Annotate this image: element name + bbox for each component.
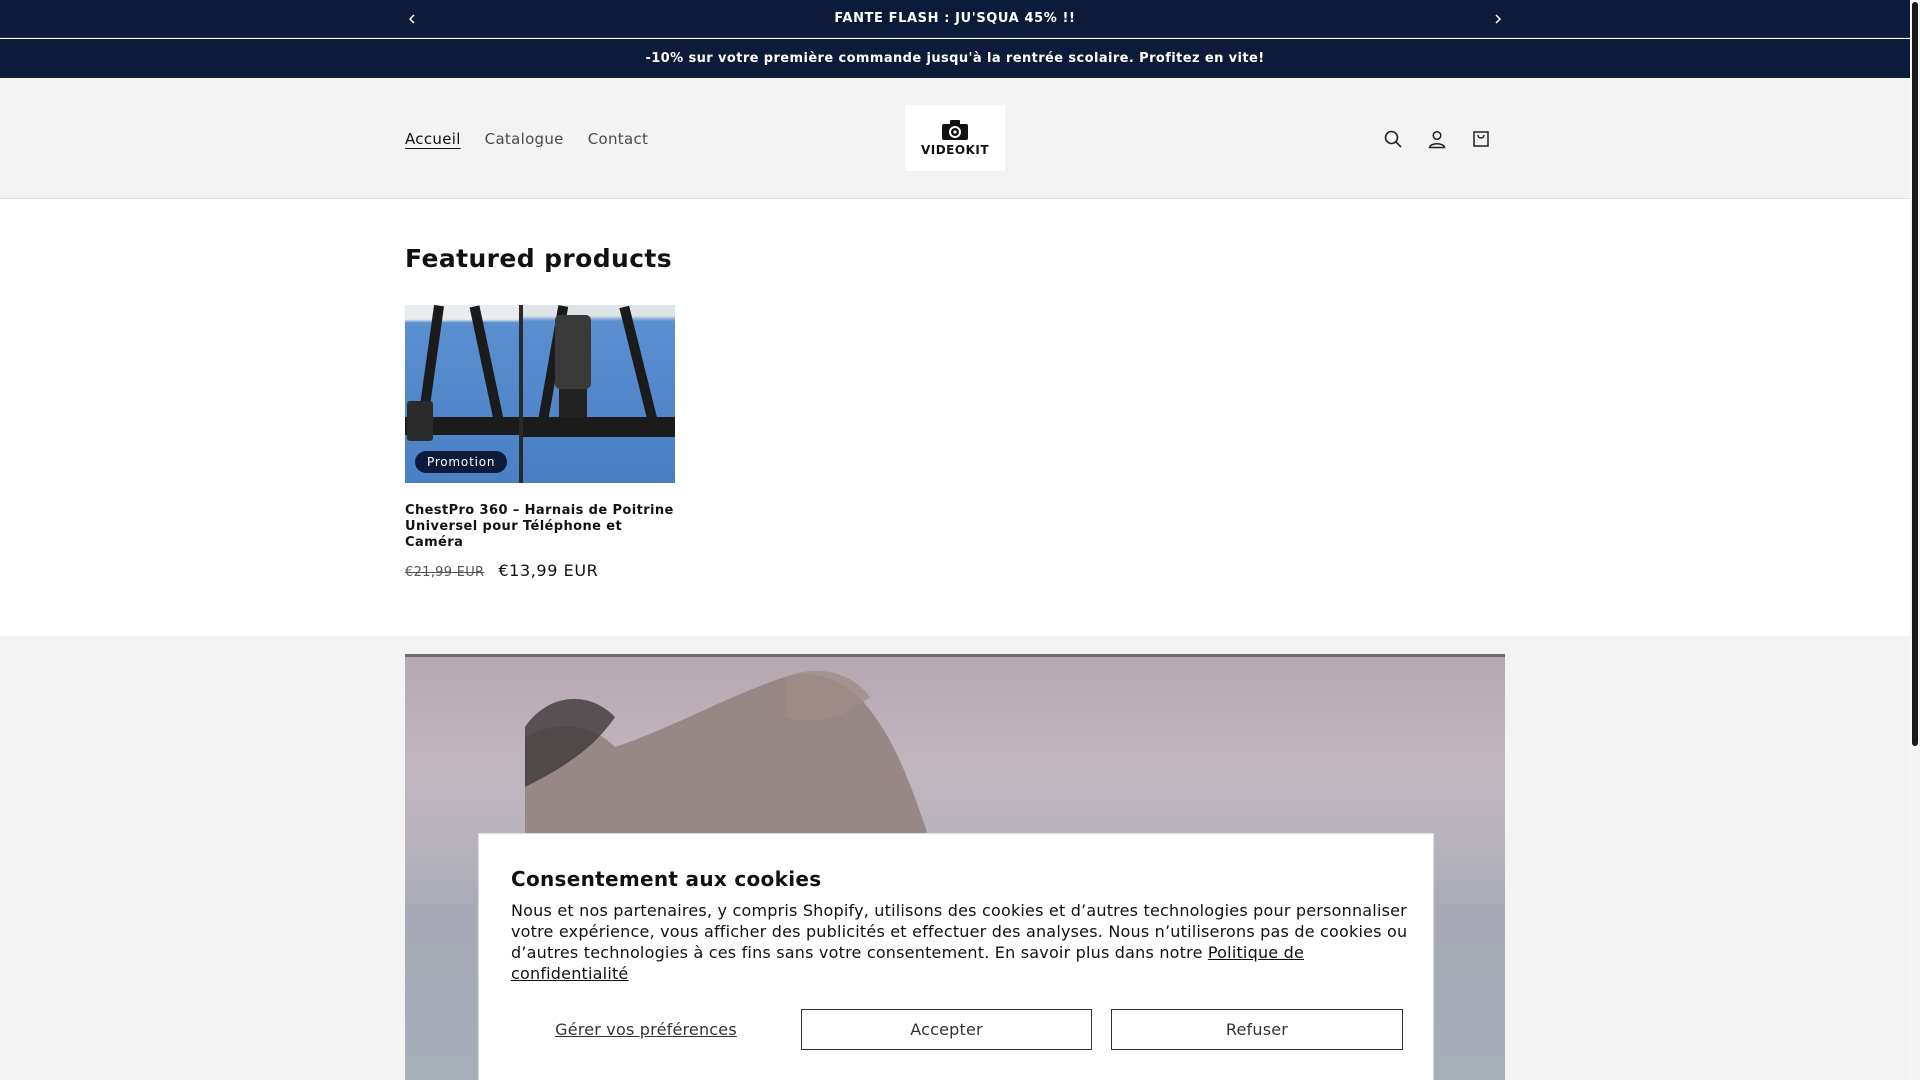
nav-item-accueil[interactable]: Accueil [405,130,461,148]
page-scrollbar[interactable] [1910,0,1920,1080]
section-title-featured: Featured products [405,244,673,273]
product-price: €21,99 EUR €13,99 EUR [405,561,675,580]
cart-icon [1473,130,1489,147]
logo-text: VIDEOKIT [920,143,990,157]
product-title[interactable]: ChestPro 360 – Harnais de Poitrine Unive… [405,503,675,551]
search-icon [1384,130,1402,148]
product-image[interactable]: Promotion [405,305,675,483]
account-button[interactable] [1424,126,1450,152]
chevron-right-icon [1495,14,1502,24]
header-icons [1380,78,1494,199]
price-regular: €21,99 EUR [405,565,485,580]
main-nav: Accueil Catalogue Contact [405,78,648,199]
site-header: Accueil Catalogue Contact VIDEOKIT [0,78,1910,199]
nav-item-contact[interactable]: Contact [588,130,648,148]
refuse-cookies-button[interactable]: Refuser [1111,1009,1403,1050]
announcement-flash-text: FANTE FLASH : JU'SQUA 45% !! [834,11,1076,26]
promotion-badge: Promotion [415,451,508,473]
cookie-title: Consentement aux cookies [511,867,822,891]
site-logo[interactable]: VIDEOKIT [905,105,1005,171]
chevron-left-icon [408,14,415,24]
search-button[interactable] [1380,126,1406,152]
scrollbar-thumb[interactable] [1912,2,1918,746]
manage-preferences-button[interactable]: Gérer vos préférences [511,1009,781,1050]
announcement-promo-text: -10% sur votre première commande jusqu'à… [645,51,1265,66]
product-photo-right [523,305,675,483]
cookie-banner: Consentement aux cookies Nous et nos par… [478,833,1434,1080]
accept-cookies-button[interactable]: Accepter [801,1009,1092,1050]
announcement-bar-promo: -10% sur votre première commande jusqu'à… [0,39,1910,78]
announcement-next-button[interactable] [1483,0,1513,38]
product-card[interactable]: Promotion ChestPro 360 – Harnais de Poit… [405,305,675,580]
nav-item-catalogue[interactable]: Catalogue [485,130,564,148]
cookie-body: Nous et nos partenaires, y compris Shopi… [511,900,1411,984]
account-icon [1428,130,1446,148]
camera-logo-icon [942,120,968,140]
announcement-bar-flash: FANTE FLASH : JU'SQUA 45% !! [0,0,1910,38]
cart-button[interactable] [1468,126,1494,152]
announcement-prev-button[interactable] [397,0,427,38]
price-sale: €13,99 EUR [498,561,599,580]
